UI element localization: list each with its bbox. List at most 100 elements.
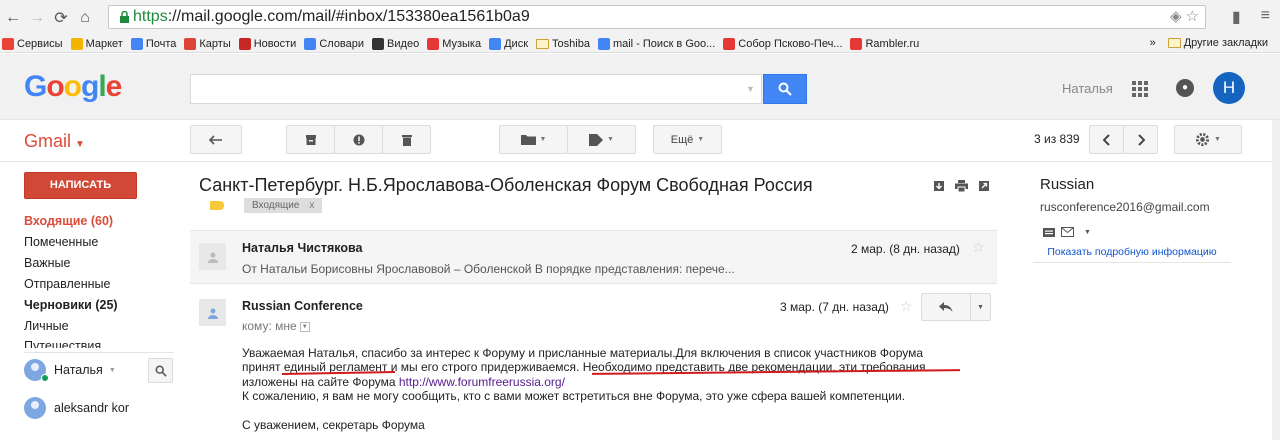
back-to-inbox-button[interactable] [190,125,242,154]
sidebar-nav: Входящие (60) Помеченные Важные Отправленны… [24,211,174,348]
star-icon[interactable]: ☆ [900,298,913,315]
sidebar-item[interactable]: Помеченные [24,232,174,253]
forward-arrow-icon[interactable]: → [26,7,48,29]
message-snippet: От Натальи Борисовны Ярославовой – Оболе… [242,262,735,276]
expand-all-icon[interactable] [933,180,945,192]
bookmark-item[interactable]: Почта [130,37,176,50]
recipient-line: кому: мне ▼ [242,319,310,333]
email-envelope-icon[interactable] [1061,227,1074,237]
bookmark-item[interactable]: Собор Псково-Печ... [723,37,842,50]
avatar [24,397,46,419]
chevron-down-icon[interactable]: ▼ [1084,229,1091,236]
older-button[interactable] [1123,125,1158,154]
sidebar-item[interactable]: Важные [24,253,174,274]
star-icon[interactable]: ☆ [972,239,985,256]
hangouts-panel: Наталья ▼ [24,352,174,386]
search-options-caret-icon[interactable]: ▼ [746,84,755,94]
sidebar-item[interactable]: Путешествия [24,337,174,348]
bookmark-favicon-icon [238,37,251,50]
forum-link[interactable]: http://www.forumfreerussia.org/ [399,375,565,389]
archive-button[interactable] [286,125,335,154]
scrollbar[interactable] [1272,120,1280,440]
message-more-button[interactable]: ▼ [970,293,991,321]
hangouts-user[interactable]: Наталья ▼ [24,359,116,382]
person-icon [207,252,218,263]
show-details-dropdown-icon[interactable]: ▼ [299,321,310,332]
sidebar-item[interactable]: Черновики (25) [24,295,174,316]
hangouts-search-button[interactable] [148,358,173,383]
home-icon[interactable]: ⌂ [74,7,96,29]
sidebar-item[interactable]: Отправленные [24,274,174,295]
bookmark-item[interactable]: Сервисы [2,37,63,50]
online-status-icon [41,374,49,382]
bookmark-item[interactable]: Новости [238,37,296,50]
person-icon [207,308,218,319]
bookmarks-overflow-button[interactable]: » [1150,37,1156,49]
sender-avatar [199,299,226,326]
bookmark-favicon-icon [304,37,317,50]
bookmark-item[interactable]: mail - Поиск в Goo... [597,37,715,50]
chevron-down-icon: ▼ [977,303,984,311]
bookmark-star-icon[interactable]: ☆ [1186,7,1199,25]
print-icon[interactable] [955,180,968,192]
sender-name: Russian Conference [242,299,363,313]
show-details-link[interactable]: Показать подробную информацию [1033,246,1231,263]
bookmark-item[interactable]: Видео [372,37,419,50]
delete-button[interactable] [382,125,431,154]
compose-button[interactable]: НАПИСАТЬ [24,172,137,199]
move-to-button[interactable]: ▼ [499,125,568,154]
chat-icon[interactable] [1043,227,1055,237]
bookmark-item[interactable]: Музыка [427,37,481,50]
message-body-line: Уважаемая Наталья, спасибо за интерес к … [242,346,924,360]
bookmark-favicon-icon [850,37,863,50]
bookmark-item[interactable]: Диск [489,37,528,50]
trash-icon [401,134,412,146]
bookmark-favicon-icon [2,37,14,50]
bookmark-item[interactable]: Rambler.ru [850,37,919,50]
contact-email: rusconference2016@gmail.com [1040,200,1210,214]
sidebar-item[interactable]: Входящие (60) [24,211,174,232]
spam-icon [353,134,364,145]
apps-grid-icon[interactable] [1132,81,1148,97]
bookmark-item[interactable]: Маркет [70,37,123,50]
menu-icon[interactable]: ≡ [1261,7,1270,27]
address-bar[interactable]: https://mail.google.com/mail/#inbox/1533… [108,5,1206,29]
google-header: Google ▼ Наталья ● Н [0,54,1280,120]
other-bookmarks-folder[interactable]: Другие закладки [1167,37,1268,49]
newer-button[interactable] [1089,125,1124,154]
contact-name: Russian [1040,176,1095,193]
bookmark-item[interactable]: Карты [184,37,231,50]
google-logo[interactable]: Google [24,70,122,104]
more-actions-button[interactable]: Ещё ▼ [653,125,722,154]
hangouts-contact[interactable]: aleksandr kor [24,397,129,419]
back-arrow-icon[interactable]: ← [2,7,24,29]
bookmark-favicon-icon [130,37,143,50]
importance-marker-icon[interactable] [210,201,224,210]
translate-icon[interactable]: ◈ [1170,7,1182,25]
bookmark-icon[interactable]: ▮ [1232,7,1241,27]
gmail-menu[interactable]: Gmail ▼ [24,131,85,152]
new-window-icon[interactable] [978,180,990,192]
bookmark-item[interactable]: Словари [304,37,364,50]
mail-search-input[interactable] [190,74,762,104]
reply-button[interactable] [921,293,971,321]
reload-icon[interactable]: ⟳ [50,7,72,29]
message-count: 3 из 839 [1034,132,1080,146]
message-date: 2 мар. (8 дн. назад) [851,242,960,256]
sender-avatar [199,243,226,270]
archive-icon [305,134,316,145]
labels-button[interactable]: ▼ [567,125,636,154]
sidebar-item[interactable]: Личные [24,316,174,337]
account-name[interactable]: Наталья [1062,81,1113,96]
remove-label-icon[interactable]: x [309,200,314,211]
notifications-bell-icon[interactable]: ● [1176,79,1194,97]
search-button[interactable] [763,74,807,104]
settings-button[interactable]: ▼ [1174,125,1242,154]
search-icon [778,82,792,96]
report-spam-button[interactable] [334,125,383,154]
bookmark-favicon-icon [70,37,83,50]
lock-icon [115,7,133,27]
message-collapsed[interactable]: Наталья Чистякова От Натальи Борисовны Я… [190,230,997,284]
account-avatar[interactable]: Н [1213,72,1245,104]
bookmark-item[interactable]: Toshiba [536,38,590,50]
